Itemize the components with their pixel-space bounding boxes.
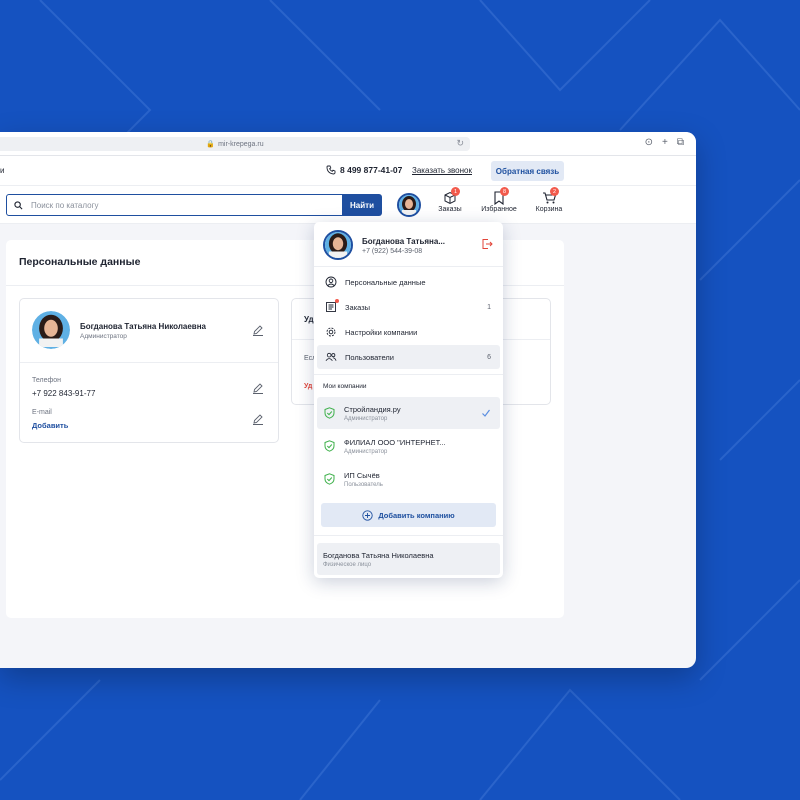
reload-icon[interactable]: ↻ — [456, 138, 464, 149]
company-name: Стройландия.ру — [344, 405, 401, 414]
company-role: Пользователь — [344, 482, 383, 488]
company-name: ИП Сычёв — [344, 471, 380, 480]
email-label: E-mail — [32, 409, 52, 416]
search-input[interactable]: Поиск по каталогу — [6, 194, 343, 216]
favorites-badge: 8 — [500, 187, 509, 196]
favorites-label: Избранное — [481, 206, 517, 213]
individual-account-item[interactable]: Богданова Татьяна Николаевна Физическое … — [317, 543, 500, 575]
company-item-2[interactable]: ИП Сычёв Пользователь — [317, 463, 500, 495]
add-company-label: Добавить компанию — [378, 510, 455, 520]
company-name: ФИЛИАЛ ООО "ИНТЕРНЕТ... — [344, 438, 446, 447]
menu-item-label: Настройки компании — [345, 327, 418, 337]
shield-icon — [324, 440, 335, 452]
divider — [20, 362, 278, 363]
divider — [314, 535, 503, 536]
feedback-button[interactable]: Обратная связь — [491, 161, 564, 181]
orders-badge: 1 — [451, 187, 460, 196]
phone-icon — [326, 165, 336, 175]
notification-dot — [335, 299, 339, 303]
cart-label: Корзина — [535, 206, 563, 213]
phone-label: Телефон — [32, 377, 62, 384]
avatar — [323, 230, 353, 260]
dropdown-user-name: Богданова Татьяна... — [362, 237, 445, 246]
gear-icon — [326, 327, 336, 337]
new-tab-icon[interactable]: + — [662, 137, 668, 148]
search-icon — [14, 200, 23, 209]
user-circle-icon — [325, 276, 337, 288]
phone-link[interactable]: 8 499 877-41-07 — [326, 165, 402, 175]
menu-item-company-settings[interactable]: Настройки компании — [317, 320, 500, 344]
logout-icon[interactable] — [481, 238, 493, 250]
topbar-left-text: и — [0, 166, 5, 175]
menu-item-orders[interactable]: Заказы 1 — [317, 295, 500, 319]
menu-item-label: Пользователи — [345, 352, 394, 362]
delete-link[interactable]: Уд — [304, 383, 312, 390]
site-header: Поиск по каталогу Найти 1 Заказы 8 Избра… — [0, 186, 696, 224]
companies-section-title: Мои компании — [323, 383, 367, 390]
orders-label: Заказы — [438, 206, 462, 213]
company-role: Администратор — [344, 416, 388, 422]
site-topbar: и 8 499 877-41-07 Заказать звонок Обратн… — [0, 156, 696, 186]
edit-phone-icon[interactable] — [252, 382, 264, 394]
profile-name: Богданова Татьяна Николаевна — [80, 322, 206, 331]
browser-actions: ⊙ + ⧉ — [645, 137, 684, 148]
card-title: Уд — [304, 315, 314, 324]
url-text: mir-krepega.ru — [218, 140, 264, 148]
shield-icon — [324, 407, 335, 419]
avatar[interactable] — [397, 193, 421, 217]
email-add-link[interactable]: Добавить — [32, 421, 68, 430]
download-icon[interactable]: ⊙ — [645, 137, 653, 148]
account-dropdown: Богданова Татьяна... +7 (922) 544-39-08 … — [314, 222, 503, 578]
edit-email-icon[interactable] — [252, 413, 264, 425]
company-item-1[interactable]: ФИЛИАЛ ООО "ИНТЕРНЕТ... Администратор — [317, 430, 500, 462]
callback-link[interactable]: Заказать звонок — [412, 166, 472, 175]
phone-number: 8 499 877-41-07 — [340, 165, 403, 175]
phone-value: +7 922 843-91-77 — [32, 389, 96, 398]
individual-name: Богданова Татьяна Николаевна — [323, 551, 434, 560]
menu-item-count: 6 — [487, 353, 491, 361]
cart-nav[interactable]: 2 Корзина — [529, 187, 569, 213]
divider — [314, 374, 503, 375]
profile-card: Богданова Татьяна Николаевна Администрат… — [19, 298, 279, 443]
dropdown-user-phone: +7 (922) 544-39-08 — [362, 248, 423, 255]
check-icon — [482, 409, 490, 417]
users-icon — [325, 352, 337, 361]
edit-name-icon[interactable] — [252, 324, 264, 336]
menu-item-users[interactable]: Пользователи 6 — [317, 345, 500, 369]
page-title: Персональные данные — [19, 256, 141, 268]
shield-icon — [324, 473, 335, 485]
company-item-0[interactable]: Стройландия.ру Администратор — [317, 397, 500, 429]
plus-circle-icon — [362, 509, 373, 521]
profile-role: Администратор — [80, 333, 127, 340]
cart-badge: 2 — [550, 187, 559, 196]
browser-chrome: 🔒 mir-krepega.ru ↻ ⊙ + ⧉ — [0, 132, 696, 156]
menu-item-label: Персональные данные — [345, 277, 426, 287]
dropdown-header: Богданова Татьяна... +7 (922) 544-39-08 — [314, 222, 503, 267]
menu-item-count: 1 — [487, 303, 491, 311]
search-button[interactable]: Найти — [342, 194, 382, 216]
add-company-button[interactable]: Добавить компанию — [321, 503, 496, 527]
favorites-nav[interactable]: 8 Избранное — [479, 187, 519, 213]
address-bar[interactable]: 🔒 mir-krepega.ru ↻ — [0, 137, 470, 151]
lock-icon: 🔒 — [206, 141, 216, 148]
company-role: Администратор — [344, 449, 388, 455]
orders-nav[interactable]: 1 Заказы — [430, 187, 470, 213]
avatar — [32, 311, 70, 349]
tabs-icon[interactable]: ⧉ — [677, 137, 684, 148]
menu-item-personal-data[interactable]: Персональные данные — [317, 270, 500, 294]
search-placeholder: Поиск по каталогу — [31, 200, 99, 210]
menu-item-label: Заказы — [345, 302, 371, 312]
individual-role: Физическое лицо — [323, 562, 372, 568]
